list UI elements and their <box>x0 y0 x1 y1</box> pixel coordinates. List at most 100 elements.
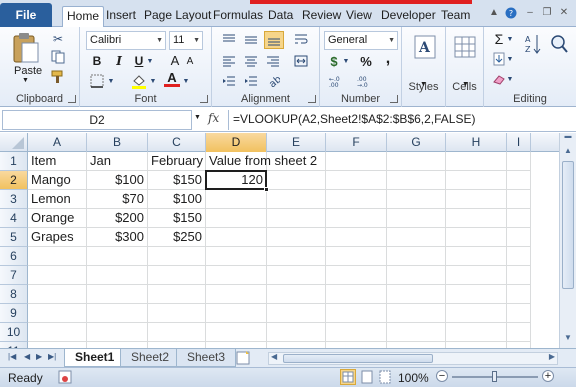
cell-e2[interactable] <box>267 171 326 190</box>
cell-i2[interactable] <box>507 171 531 190</box>
cell-f9[interactable] <box>326 304 387 323</box>
cell-c7[interactable] <box>148 266 206 285</box>
name-box-dropdown-icon[interactable]: ▼ <box>194 114 201 121</box>
last-sheet-icon[interactable]: ▶| <box>48 352 56 361</box>
help-icon[interactable]: ? <box>505 7 517 22</box>
insert-function-icon[interactable]: fx <box>208 111 219 125</box>
find-select-icon[interactable] <box>548 31 570 59</box>
cell-f3[interactable] <box>326 190 387 209</box>
cell-a4[interactable]: Orange <box>28 209 87 228</box>
cell-e4[interactable] <box>267 209 326 228</box>
styles-dropdown-icon[interactable]: ▼ <box>420 81 427 88</box>
cell-a10[interactable] <box>28 323 87 342</box>
alignment-launcher-icon[interactable] <box>308 95 316 103</box>
sort-filter-icon[interactable]: AZ <box>524 31 544 59</box>
grow-font-button[interactable]: A <box>168 52 182 68</box>
column-header-e[interactable]: E <box>267 133 326 152</box>
cell-d9[interactable] <box>206 304 267 323</box>
cell-b4[interactable]: $200 <box>87 209 148 228</box>
name-box[interactable]: D2 <box>2 110 192 130</box>
cut-icon[interactable]: ✂ <box>50 31 66 47</box>
horizontal-scrollbar[interactable]: ◀ ▶ <box>268 352 558 365</box>
select-all-corner[interactable] <box>0 133 28 152</box>
cell-h7[interactable] <box>446 266 507 285</box>
cell-b7[interactable] <box>87 266 148 285</box>
cell-f7[interactable] <box>326 266 387 285</box>
cell-h6[interactable] <box>446 247 507 266</box>
vertical-scrollbar[interactable]: ▬ ▲ ▼ <box>559 133 576 348</box>
cell-f4[interactable] <box>326 209 387 228</box>
cell-g7[interactable] <box>387 266 446 285</box>
cell-a3[interactable]: Lemon <box>28 190 87 209</box>
tab-view[interactable]: View <box>342 6 376 27</box>
cell-d3[interactable] <box>206 190 267 209</box>
font-launcher-icon[interactable] <box>200 95 208 103</box>
scroll-down-icon[interactable]: ▼ <box>560 333 576 345</box>
cell-f5[interactable] <box>326 228 387 247</box>
tab-formulas[interactable]: Formulas <box>209 6 267 27</box>
orientation-icon[interactable]: ab <box>264 73 282 89</box>
underline-dropdown-icon[interactable]: ▼ <box>146 53 154 69</box>
currency-button[interactable]: $ <box>326 53 342 69</box>
cell-g5[interactable] <box>387 228 446 247</box>
scroll-left-icon[interactable]: ◀ <box>271 352 277 361</box>
fill-color-dropdown-icon[interactable]: ▼ <box>149 73 157 89</box>
column-header-g[interactable]: G <box>387 133 446 152</box>
autosum-button[interactable]: Σ <box>492 31 506 47</box>
cell-g10[interactable] <box>387 323 446 342</box>
cell-b8[interactable] <box>87 285 148 304</box>
minimize-ribbon-icon[interactable]: ▲ <box>488 7 500 18</box>
column-header-c[interactable]: C <box>148 133 206 152</box>
cell-i10[interactable] <box>507 323 531 342</box>
fill-down-icon[interactable] <box>492 51 506 67</box>
paste-icon[interactable] <box>8 31 42 65</box>
cell-g8[interactable] <box>387 285 446 304</box>
percent-button[interactable]: % <box>358 53 374 69</box>
align-right-icon[interactable] <box>264 53 282 69</box>
cell-e5[interactable] <box>267 228 326 247</box>
cell-d1[interactable]: Value from sheet 2 <box>206 152 317 171</box>
cell-i4[interactable] <box>507 209 531 228</box>
cell-g6[interactable] <box>387 247 446 266</box>
cell-c8[interactable] <box>148 285 206 304</box>
row-header-4[interactable]: 4 <box>0 209 28 228</box>
shrink-font-button[interactable]: A <box>184 54 196 68</box>
split-box[interactable]: ▬ <box>560 133 576 144</box>
sheet-tab-sheet2[interactable]: Sheet2 <box>120 349 181 367</box>
cell-c10[interactable] <box>148 323 206 342</box>
fill-color-icon[interactable] <box>130 73 148 89</box>
currency-dropdown-icon[interactable]: ▼ <box>342 53 350 69</box>
cell-i9[interactable] <box>507 304 531 323</box>
borders-dropdown-icon[interactable]: ▼ <box>107 73 115 89</box>
font-color-dropdown-icon[interactable]: ▼ <box>182 73 190 89</box>
cell-f6[interactable] <box>326 247 387 266</box>
file-tab[interactable]: File <box>0 3 52 27</box>
cell-b9[interactable] <box>87 304 148 323</box>
cell-a9[interactable] <box>28 304 87 323</box>
cell-g2[interactable] <box>387 171 446 190</box>
page-layout-view-icon[interactable] <box>360 370 374 384</box>
insert-sheet-icon[interactable] <box>234 350 256 366</box>
font-name-dropdown[interactable]: Calibri ▼ <box>86 31 166 50</box>
cell-i5[interactable] <box>507 228 531 247</box>
bold-button[interactable]: B <box>90 53 104 69</box>
cell-c2[interactable]: $150 <box>148 171 206 190</box>
tab-home[interactable]: Home <box>62 6 105 28</box>
format-painter-icon[interactable] <box>50 69 66 85</box>
cell-d4[interactable] <box>206 209 267 228</box>
cell-h10[interactable] <box>446 323 507 342</box>
row-header-8[interactable]: 8 <box>0 285 28 304</box>
cell-a5[interactable]: Grapes <box>28 228 87 247</box>
cell-h3[interactable] <box>446 190 507 209</box>
cell-a1[interactable]: Item <box>28 152 87 171</box>
clear-icon[interactable] <box>492 71 506 87</box>
cells-dropdown-icon[interactable]: ▼ <box>462 81 469 88</box>
paste-dropdown-icon[interactable]: ▼ <box>22 77 29 84</box>
underline-button[interactable]: U <box>132 53 146 69</box>
comma-button[interactable]: , <box>380 50 396 67</box>
cell-g9[interactable] <box>387 304 446 323</box>
cell-h2[interactable] <box>446 171 507 190</box>
align-left-icon[interactable] <box>220 53 238 69</box>
cell-b3[interactable]: $70 <box>87 190 148 209</box>
copy-icon[interactable] <box>50 49 66 65</box>
